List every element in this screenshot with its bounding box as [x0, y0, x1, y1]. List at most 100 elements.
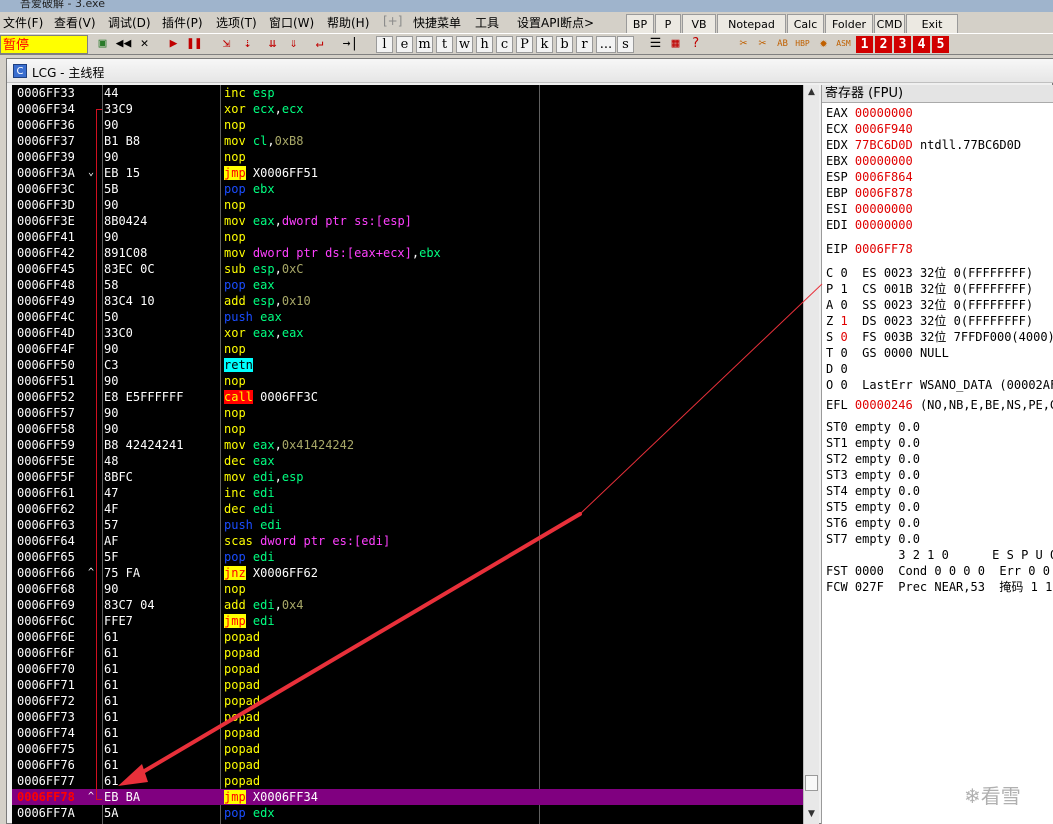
plugin-ab-icon[interactable]: AB — [774, 36, 791, 53]
disasm-row[interactable]: 0006FF64 AF scas dword ptr es:[edi] — [12, 533, 803, 549]
toolbar-letter-w[interactable]: w — [456, 36, 473, 53]
register-line[interactable]: ESI 00000000 — [826, 201, 920, 217]
menu-window[interactable]: 窗口(W) — [269, 14, 314, 31]
fpu-line[interactable]: ST3 empty 0.0 — [826, 467, 920, 483]
toolbar-letter-r[interactable]: r — [576, 36, 593, 53]
grid-icon[interactable]: ▦ — [667, 36, 684, 53]
toolbar-letter-t[interactable]: t — [436, 36, 453, 53]
open-icon[interactable]: ▣ — [94, 36, 111, 53]
disasm-row[interactable]: 0006FF6E 61 popad — [12, 629, 803, 645]
disasm-row[interactable]: 0006FF3D 90 nop — [12, 197, 803, 213]
disasm-row[interactable]: 0006FF41 90 nop — [12, 229, 803, 245]
plugin-asm-icon[interactable]: ASM — [835, 36, 852, 53]
flag-line[interactable]: P 1 CS 001B 32位 0(FFFFFFFF) — [826, 281, 1033, 297]
register-line[interactable]: EAX 00000000 — [826, 105, 920, 121]
disassembly-scrollbar[interactable]: ▲ ▼ — [803, 85, 819, 824]
disasm-row[interactable]: 0006FF39 90 nop — [12, 149, 803, 165]
list-icon[interactable]: ☰ — [647, 36, 664, 53]
disasm-row[interactable]: 0006FF3A ⌄ EB 15 jmp X0006FF51 — [12, 165, 803, 181]
menu-view[interactable]: 查看(V) — [54, 14, 96, 31]
plugin-1-icon[interactable]: ✂ — [735, 36, 752, 53]
disasm-row[interactable]: 0006FF72 61 popad — [12, 693, 803, 709]
disasm-row[interactable]: 0006FF73 61 popad — [12, 709, 803, 725]
disasm-row[interactable]: 0006FF37 B1 B8 mov cl,0xB8 — [12, 133, 803, 149]
disasm-row[interactable]: 0006FF69 83C7 04 add edi,0x4 — [12, 597, 803, 613]
toolbar-letter-c[interactable]: c — [496, 36, 513, 53]
disasm-row[interactable]: 0006FF65 5F pop edi — [12, 549, 803, 565]
disasm-row[interactable]: 0006FF42 891C08 mov dword ptr ds:[eax+ecx]… — [12, 245, 803, 261]
toolbar-num-4[interactable]: 4 — [913, 36, 930, 53]
menu-help[interactable]: 帮助(H) — [327, 14, 369, 31]
scrollbar-thumb[interactable] — [805, 775, 818, 791]
fpu-bits-line[interactable]: 3 2 1 0 E S P U O Z D I — [826, 547, 1053, 563]
menu-plugins[interactable]: 插件(P) — [162, 14, 203, 31]
rewind-icon[interactable]: ◀◀ — [115, 36, 132, 53]
registers-pane[interactable]: 寄存器 (FPU) EAX 00000000 ECX 0006F940 EDX … — [821, 85, 1053, 824]
toolbar-letter-k[interactable]: k — [536, 36, 553, 53]
disasm-row[interactable]: 0006FF71 61 popad — [12, 677, 803, 693]
eip-line[interactable]: EIP 0006FF78 — [826, 241, 913, 257]
menu-quick[interactable]: 快捷菜单 — [413, 14, 461, 31]
register-line[interactable]: EDX 77BC6D0D ntdll.77BC6D0D — [826, 137, 1021, 153]
disasm-row[interactable]: 0006FF58 90 nop — [12, 421, 803, 437]
disasm-row[interactable]: 0006FF78 ^ EB BA jmp X0006FF34 — [12, 789, 803, 805]
disasm-row[interactable]: 0006FF6C FFE7 jmp edi — [12, 613, 803, 629]
disasm-row[interactable]: 0006FF36 90 nop — [12, 117, 803, 133]
fcw-line[interactable]: FCW 027F Prec NEAR,53 掩码 1 1 1 1 1 1 — [826, 579, 1053, 595]
disasm-row[interactable]: 0006FF57 90 nop — [12, 405, 803, 421]
run-icon[interactable]: ▶ — [165, 36, 182, 53]
disasm-row[interactable]: 0006FF34 33C9 xor ecx,ecx — [12, 101, 803, 117]
scroll-up-icon[interactable]: ▲ — [804, 85, 819, 99]
disasm-row[interactable]: 0006FF50 C3 retn — [12, 357, 803, 373]
help-icon[interactable]: ? — [687, 36, 704, 53]
disasm-row[interactable]: 0006FF76 61 popad — [12, 757, 803, 773]
step-into-icon[interactable]: ⇲ — [218, 36, 235, 53]
fpu-line[interactable]: ST6 empty 0.0 — [826, 515, 920, 531]
toolbar-num-5[interactable]: 5 — [932, 36, 949, 53]
fpu-line[interactable]: ST2 empty 0.0 — [826, 451, 920, 467]
disasm-row[interactable]: 0006FF3C 5B pop ebx — [12, 181, 803, 197]
disasm-row[interactable]: 0006FF33 44 inc esp — [12, 85, 803, 101]
toolbar-letter-l[interactable]: l — [376, 36, 393, 53]
register-line[interactable]: EBP 0006F878 — [826, 185, 920, 201]
disasm-row[interactable]: 0006FF45 83EC 0C sub esp,0xC — [12, 261, 803, 277]
registers-header[interactable]: 寄存器 (FPU) — [822, 85, 1053, 103]
disasm-row[interactable]: 0006FF5F 8BFC mov edi,esp — [12, 469, 803, 485]
toolbar-num-3[interactable]: 3 — [894, 36, 911, 53]
toolbar-letter-s[interactable]: s — [617, 36, 634, 53]
disasm-row[interactable]: 0006FF74 61 popad — [12, 725, 803, 741]
plugin-hbp-icon[interactable]: HBP — [794, 36, 811, 53]
toolbar-letter-e[interactable]: e — [396, 36, 413, 53]
menu-debug[interactable]: 调试(D) — [108, 14, 151, 31]
disasm-row[interactable]: 0006FF66 ^ 75 FA jnz X0006FF62 — [12, 565, 803, 581]
fpu-line[interactable]: ST4 empty 0.0 — [826, 483, 920, 499]
disasm-row[interactable]: 0006FF49 83C4 10 add esp,0x10 — [12, 293, 803, 309]
disasm-row[interactable]: 0006FF70 61 popad — [12, 661, 803, 677]
disasm-row[interactable]: 0006FF68 90 nop — [12, 581, 803, 597]
efl-line[interactable]: EFL 00000246 (NO,NB,E,BE,NS,PE,GE,LE) — [826, 397, 1053, 413]
fpu-line[interactable]: ST1 empty 0.0 — [826, 435, 920, 451]
menu-tools[interactable]: 工具 — [475, 14, 499, 31]
disasm-row[interactable]: 0006FF61 47 inc edi — [12, 485, 803, 501]
menu-file[interactable]: 文件(F) — [3, 14, 43, 31]
disasm-row[interactable]: 0006FF4C 50 push eax — [12, 309, 803, 325]
plugin-gear-icon[interactable]: ✹ — [815, 36, 832, 53]
step-over-icon[interactable]: ⇣ — [239, 36, 256, 53]
disasm-row[interactable]: 0006FF77 61 popad — [12, 773, 803, 789]
plugin-2-icon[interactable]: ✂ — [754, 36, 771, 53]
toolbar-letter-b[interactable]: b — [556, 36, 573, 53]
disasm-row[interactable]: 0006FF59 B8 42424241 mov eax,0x41424242 — [12, 437, 803, 453]
trace-into-icon[interactable]: ⇊ — [264, 36, 281, 53]
disasm-row[interactable]: 0006FF48 58 pop eax — [12, 277, 803, 293]
toolbar-letter-dots[interactable]: ... — [596, 36, 616, 53]
flag-line[interactable]: Z 1 DS 0023 32位 0(FFFFFFFF) — [826, 313, 1033, 329]
menu-plus[interactable]: [+] — [383, 14, 402, 28]
disasm-row[interactable]: 0006FF5E 48 dec eax — [12, 453, 803, 469]
register-line[interactable]: EBX 00000000 — [826, 153, 920, 169]
disasm-row[interactable]: 0006FF62 4F dec edi — [12, 501, 803, 517]
close-icon[interactable]: ✕ — [136, 36, 153, 53]
toolbar-letter-m[interactable]: m — [416, 36, 433, 53]
disasm-row[interactable]: 0006FF52 E8 E5FFFFFF call 0006FF3C — [12, 389, 803, 405]
disasm-row[interactable]: 0006FF7A 5A pop edx — [12, 805, 803, 821]
cpu-window-title-bar[interactable]: C LCG - 主线程 — [7, 59, 1053, 83]
